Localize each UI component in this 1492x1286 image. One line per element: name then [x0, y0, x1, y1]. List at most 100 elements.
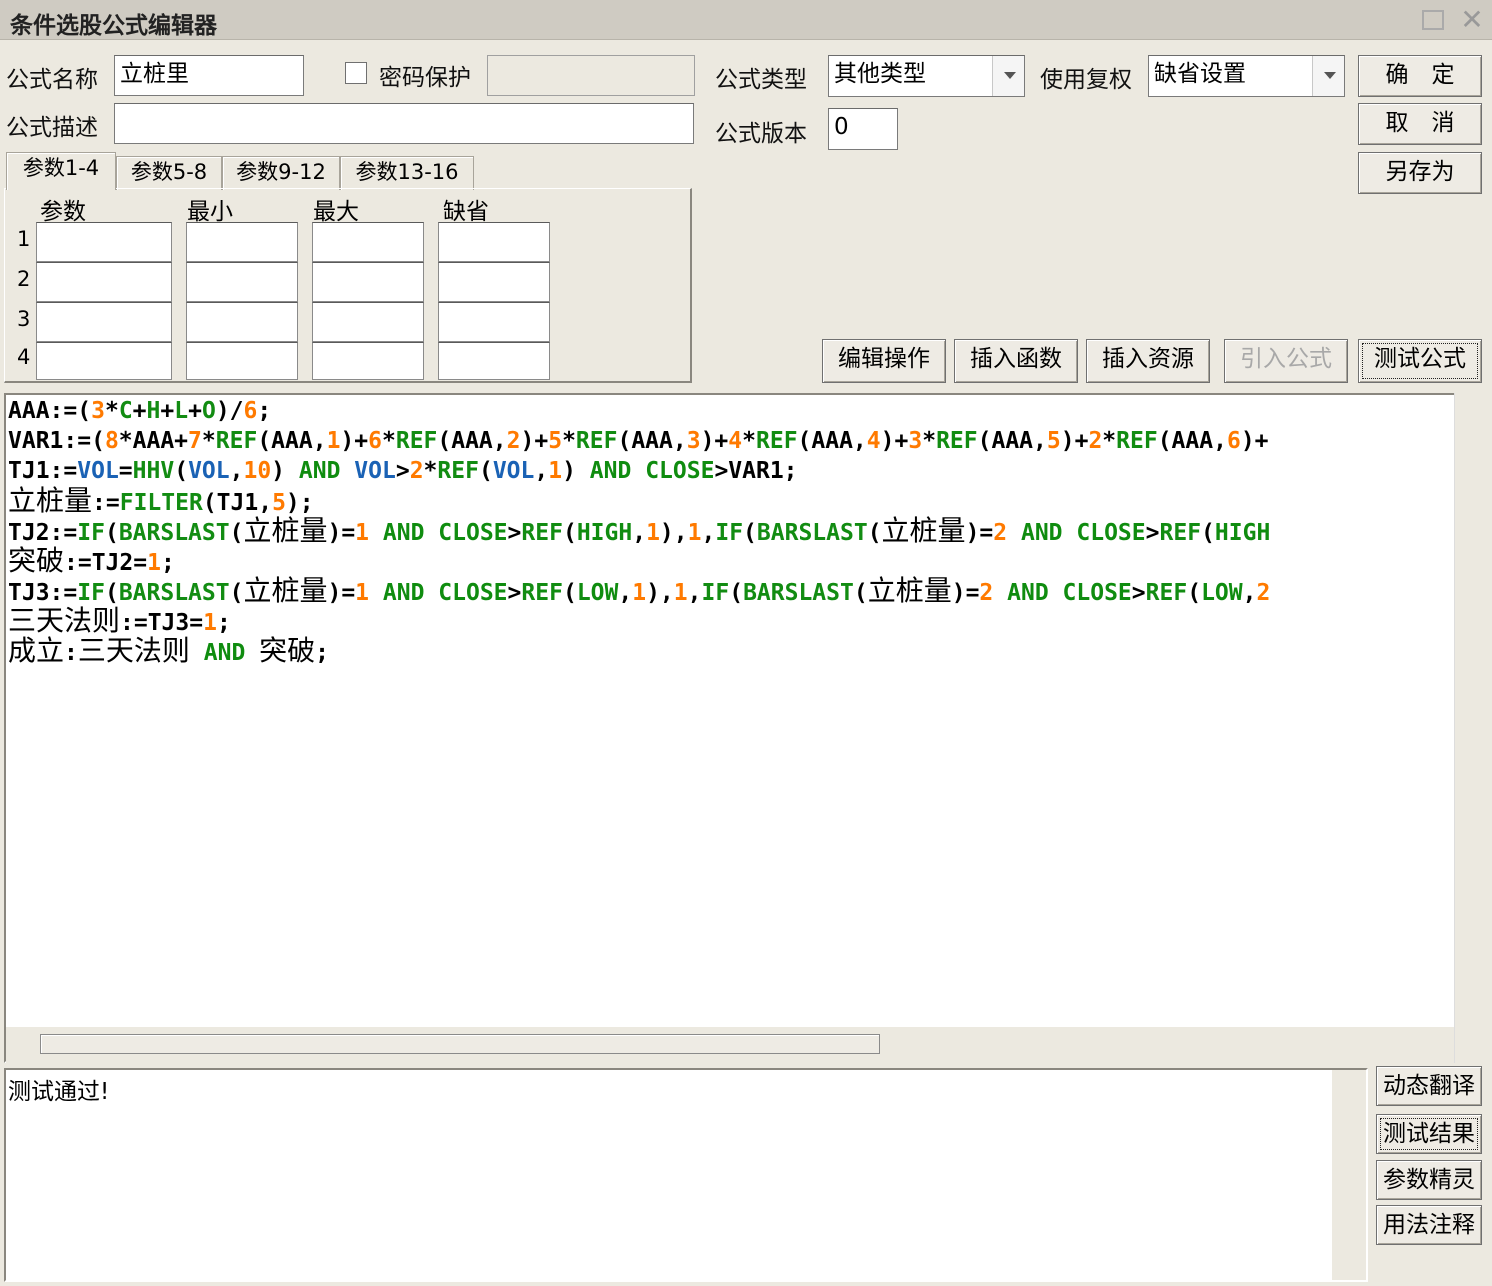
- code-token: :=: [92, 490, 120, 516]
- code-token: 立桩量: [867, 576, 952, 606]
- code-token: 10: [243, 458, 272, 484]
- maximize-icon[interactable]: [1422, 10, 1444, 30]
- insert-function-button[interactable]: 插入函数: [954, 339, 1078, 383]
- col-header-min: 最小: [187, 199, 233, 225]
- code-token: )=: [327, 520, 356, 546]
- code-token: REF: [756, 428, 798, 454]
- formula-name-input[interactable]: 立桩里: [114, 55, 304, 96]
- param-min-cell[interactable]: [186, 342, 298, 380]
- code-token: 4: [866, 428, 881, 454]
- param-wizard-button[interactable]: 参数精灵: [1376, 1160, 1482, 1200]
- code-token: O: [201, 398, 216, 424]
- horizontal-scroll-thumb[interactable]: [40, 1034, 880, 1054]
- param-name-cell[interactable]: [36, 342, 172, 380]
- row-number: 3: [17, 307, 31, 331]
- code-token: VAR1:=(: [8, 428, 105, 454]
- param-default-cell[interactable]: [438, 262, 550, 302]
- code-token: 三天法则: [8, 606, 121, 636]
- test-formula-button[interactable]: 测试公式: [1358, 339, 1482, 383]
- code-token: ,: [1242, 580, 1257, 606]
- code-token: 1: [548, 458, 563, 484]
- param-default-cell[interactable]: [438, 342, 550, 380]
- code-token: REF: [521, 520, 563, 546]
- import-formula-button[interactable]: 引入公式: [1224, 339, 1348, 383]
- tab-params-9-12[interactable]: 参数9-12: [222, 156, 340, 190]
- code-token: (AAA,: [797, 428, 867, 454]
- code-token: *: [423, 458, 438, 484]
- formula-type-select[interactable]: 其他类型: [828, 55, 1025, 97]
- tab-params-5-8[interactable]: 参数5-8: [116, 156, 222, 190]
- param-min-cell[interactable]: [186, 222, 298, 262]
- code-token: 6: [243, 398, 258, 424]
- code-token: 立桩量: [8, 486, 93, 516]
- code-token: =: [118, 458, 133, 484]
- password-checkbox[interactable]: [345, 62, 367, 84]
- vertical-scrollbar[interactable]: [1454, 393, 1488, 1063]
- code-token: VOL: [77, 458, 119, 484]
- param-default-cell[interactable]: [438, 302, 550, 342]
- param-name-cell[interactable]: [36, 222, 172, 262]
- col-header-max: 最大: [313, 199, 359, 225]
- tab-params-13-16[interactable]: 参数13-16: [340, 156, 474, 190]
- edit-operations-button[interactable]: 编辑操作: [822, 339, 946, 383]
- param-min-cell[interactable]: [186, 262, 298, 302]
- dynamic-translate-button[interactable]: 动态翻译: [1376, 1066, 1482, 1106]
- ok-button[interactable]: 确 定: [1358, 55, 1482, 97]
- param-name-cell[interactable]: [36, 262, 172, 302]
- password-input[interactable]: [487, 55, 695, 96]
- param-default-cell[interactable]: [438, 222, 550, 262]
- output-text: 测试通过!: [8, 1079, 110, 1105]
- code-token: *: [562, 428, 576, 454]
- save-as-button[interactable]: 另存为: [1358, 152, 1482, 194]
- code-token: ,: [687, 580, 702, 606]
- param-max-cell[interactable]: [312, 222, 424, 262]
- row-number: 1: [17, 227, 31, 251]
- insert-resource-button[interactable]: 插入资源: [1086, 339, 1210, 383]
- code-token: 4: [728, 428, 743, 454]
- version-input[interactable]: 0: [828, 108, 898, 150]
- param-max-cell[interactable]: [312, 342, 424, 380]
- chevron-down-icon[interactable]: [1312, 56, 1344, 96]
- formula-desc-input[interactable]: [114, 103, 694, 144]
- test-result-button[interactable]: 测试结果: [1376, 1114, 1482, 1154]
- tab-params-1-4[interactable]: 参数1-4: [6, 152, 116, 190]
- code-token: *: [1102, 428, 1117, 454]
- code-line: TJ3:=IF(BARSLAST(立桩量)=1 AND CLOSE>REF(LO…: [8, 576, 1452, 606]
- code-token: H: [146, 398, 161, 424]
- code-token: AND: [1020, 520, 1063, 546]
- code-token: TJ1:=: [8, 458, 78, 484]
- param-name-cell[interactable]: [36, 302, 172, 342]
- code-token: 6: [1226, 428, 1241, 454]
- code-token: TJ3:=: [8, 580, 78, 606]
- col-header-default: 缺省: [443, 199, 489, 225]
- code-token: ,: [701, 520, 716, 546]
- close-icon[interactable]: ✕: [1458, 6, 1486, 34]
- code-token: 3: [91, 398, 105, 424]
- code-token: REF: [437, 458, 479, 484]
- code-token: CLOSE: [1062, 580, 1132, 606]
- code-token: TJ2:=: [8, 520, 78, 546]
- chevron-down-icon[interactable]: [992, 56, 1024, 96]
- code-token: LOW: [1201, 580, 1243, 606]
- code-token: 1: [673, 580, 688, 606]
- cancel-button[interactable]: 取 消: [1358, 103, 1482, 145]
- param-max-cell[interactable]: [312, 262, 424, 302]
- code-token: (AAA,: [437, 428, 507, 454]
- code-token: HHV: [132, 458, 175, 484]
- code-token: >: [507, 520, 522, 546]
- code-token: CLOSE: [1076, 520, 1146, 546]
- param-max-cell[interactable]: [312, 302, 424, 342]
- code-token: IF: [701, 580, 730, 606]
- code-token: )+: [1240, 428, 1269, 454]
- usage-notes-button[interactable]: 用法注释: [1376, 1205, 1482, 1245]
- output-scrollbar[interactable]: [1332, 1070, 1366, 1280]
- restore-select[interactable]: 缺省设置: [1148, 55, 1345, 97]
- code-token: )/: [215, 398, 244, 424]
- param-min-cell[interactable]: [186, 302, 298, 342]
- code-token: AND: [382, 580, 425, 606]
